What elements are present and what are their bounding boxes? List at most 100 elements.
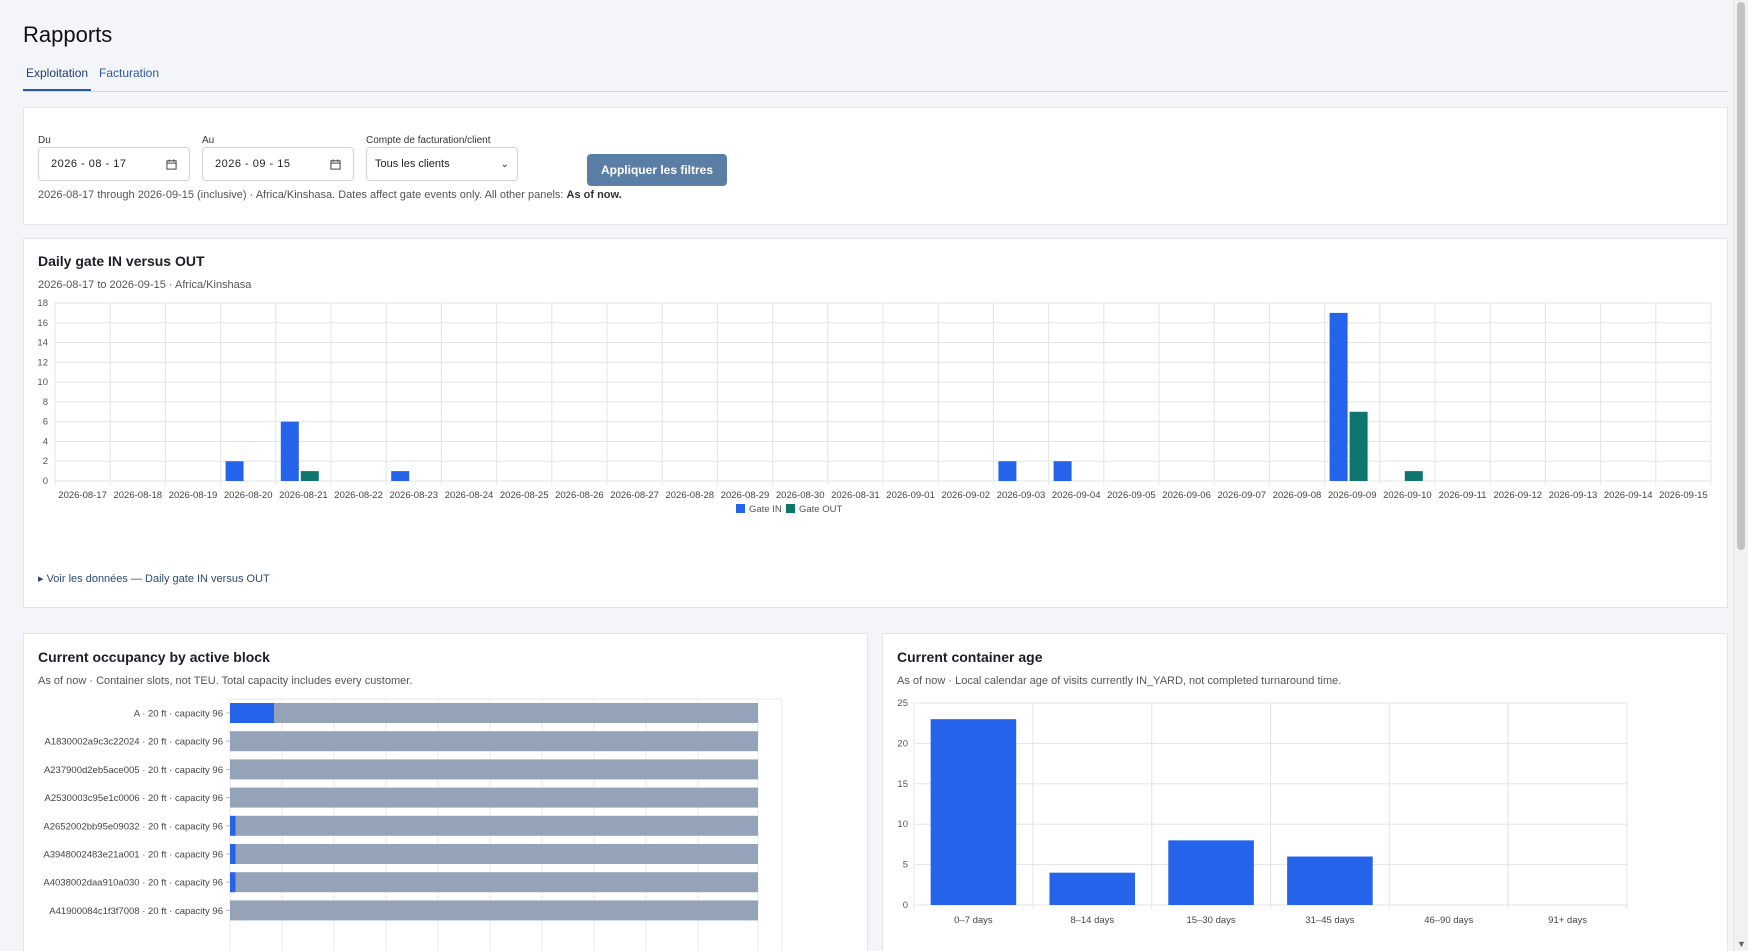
- y-tick-label: A2652002bb95e09032 · 20 ft · capacity 96: [43, 821, 223, 832]
- bar-capacity: [230, 900, 758, 921]
- bar-age: [1049, 872, 1136, 905]
- y-tick-label: A3948002483e21a001 · 20 ft · capacity 96: [43, 850, 223, 861]
- y-tick-label: 16: [37, 318, 48, 329]
- legend-swatch: [786, 504, 795, 513]
- y-tick-label: 2: [43, 456, 48, 467]
- from-label: Du: [38, 135, 51, 146]
- y-tick-label: 4: [43, 436, 48, 447]
- daily-gate-chart: 0 2 4 6 8 10 12 14 16 18 2026-08-17 2026-08-18 2026-…: [37, 298, 1712, 515]
- filter-note-text: 2026-08-17 through 2026-09-15 (inclusive…: [38, 189, 567, 201]
- container-age-card: Current container age As of now · Local …: [882, 633, 1728, 951]
- container-age-chart: 0 5 10 15 20 25 0–7 days 8–14 days 15–30 days 31–…: [897, 698, 1628, 926]
- x-tick-label: 0–7 days: [954, 915, 993, 926]
- y-tick-label: A237900d2eb5ace005 · 20 ft · capacity 96: [44, 765, 223, 776]
- to-date-input[interactable]: 2026 - 09 - 15: [202, 147, 354, 181]
- x-tick-label: 2026-09-10: [1383, 490, 1432, 501]
- x-tick-label: 2026-09-09: [1328, 490, 1377, 501]
- x-tick-label: 2026-09-05: [1107, 490, 1156, 501]
- bar-age: [1168, 840, 1254, 905]
- bar-occupied: [230, 703, 274, 723]
- bar-occupied: [230, 844, 236, 864]
- y-tick-label: 15: [897, 779, 908, 790]
- to-date-value: 2026 - 09 - 15: [215, 158, 291, 170]
- y-tick-label: 0: [903, 900, 908, 911]
- x-tick-label: 2026-08-25: [500, 490, 549, 501]
- from-date-value: 2026 - 08 - 17: [51, 158, 127, 170]
- x-tick-label: 2026-09-12: [1493, 490, 1542, 501]
- bar-gate-in: [391, 471, 410, 481]
- legend-label: Gate IN: [749, 504, 782, 515]
- calendar-icon[interactable]: [330, 158, 341, 170]
- filter-panel: Du 2026 - 08 - 17 Au 2026 - 09 - 15 Comp…: [23, 107, 1728, 225]
- from-date-input[interactable]: 2026 - 08 - 17: [38, 147, 190, 181]
- x-tick-label: 2026-09-01: [886, 490, 935, 501]
- y-tick-label: A · 20 ft · capacity 96: [134, 709, 223, 720]
- bar-gate-in: [998, 461, 1017, 481]
- daily-chart-subtitle: 2026-08-17 to 2026-09-15 · Africa/Kinsha…: [38, 279, 252, 291]
- y-tick-label: 18: [37, 298, 48, 309]
- x-tick-label: 2026-08-17: [58, 490, 107, 501]
- page-scrollbar[interactable]: ▼: [1733, 0, 1748, 951]
- x-tick-label: 2026-09-08: [1273, 490, 1322, 501]
- y-tick-label: 14: [37, 338, 48, 349]
- y-tick-label: 12: [37, 357, 48, 368]
- bar-age: [1287, 856, 1373, 905]
- y-tick-label: 10: [897, 819, 908, 830]
- bar-capacity: [274, 703, 758, 723]
- y-tick-label: 5: [903, 860, 908, 871]
- bar-gate-in: [1053, 461, 1072, 481]
- bar-age: [930, 719, 1017, 905]
- x-tick-label: 31–45 days: [1305, 915, 1354, 926]
- daily-chart-title: Daily gate IN versus OUT: [38, 253, 205, 269]
- page: Rapports Exploitation Facturation Du 202…: [0, 0, 1733, 951]
- x-tick-label: 2026-09-04: [1052, 490, 1101, 501]
- x-tick-label: 2026-08-26: [555, 490, 604, 501]
- occupancy-chart: A · 20 ft · capacity 96 A1830002a9c3c2202…: [43, 698, 783, 951]
- age-chart-subtitle: As of now · Local calendar age of visits…: [897, 675, 1342, 687]
- x-tick-label: 2026-09-07: [1217, 490, 1266, 501]
- to-label: Au: [202, 135, 215, 146]
- view-data-toggle[interactable]: ▸ Voir les données — Daily gate IN versu…: [38, 572, 270, 585]
- bar-gate-in: [225, 461, 244, 481]
- daily-gate-card: Daily gate IN versus OUT 2026-08-17 to 2…: [23, 238, 1728, 608]
- chevron-down-icon: ⌄: [500, 158, 509, 170]
- x-tick-label: 2026-09-15: [1659, 490, 1708, 501]
- x-tick-label: 2026-08-21: [279, 490, 328, 501]
- x-tick-label: 2026-09-13: [1549, 490, 1598, 501]
- page-title: Rapports: [23, 22, 113, 47]
- tab-exploitation[interactable]: Exploitation: [23, 66, 92, 91]
- bar-gate-out: [1404, 471, 1423, 481]
- filter-note: 2026-08-17 through 2026-09-15 (inclusive…: [38, 189, 622, 201]
- apply-filters-button[interactable]: Appliquer les filtres: [587, 154, 727, 186]
- x-tick-label: 8–14 days: [1070, 915, 1114, 926]
- x-tick-label: 46–90 days: [1424, 915, 1473, 926]
- scrollbar-thumb[interactable]: [1737, 2, 1745, 550]
- bar-capacity: [235, 815, 758, 836]
- account-select[interactable]: Tous les clients ⌄: [366, 147, 518, 181]
- x-tick-label: 2026-08-18: [113, 490, 162, 501]
- x-tick-label: 2026-09-03: [997, 490, 1046, 501]
- bar-capacity: [235, 844, 758, 864]
- x-tick-label: 2026-08-19: [169, 490, 218, 501]
- x-tick-label: 2026-08-29: [721, 490, 770, 501]
- x-tick-label: 2026-08-30: [776, 490, 825, 501]
- occupancy-chart-title: Current occupancy by active block: [38, 649, 270, 665]
- legend-swatch: [736, 504, 745, 513]
- legend-label: Gate OUT: [799, 504, 842, 515]
- bar-gate-out: [1349, 411, 1368, 481]
- bar-occupied: [230, 872, 236, 893]
- x-tick-label: 2026-08-27: [610, 490, 659, 501]
- bar-gate-in: [1329, 312, 1348, 481]
- y-tick-label: 8: [43, 397, 48, 408]
- y-tick-label: A41900084c1f3f7008 · 20 ft · capacity 96: [49, 906, 223, 917]
- x-tick-label: 15–30 days: [1187, 915, 1236, 926]
- tab-facturation[interactable]: Facturation: [96, 66, 162, 89]
- bar-capacity: [230, 787, 758, 808]
- y-tick-label: 0: [43, 476, 48, 487]
- x-tick-label: 2026-08-23: [389, 490, 438, 501]
- occupancy-card: Current occupancy by active block As of …: [23, 633, 868, 951]
- y-tick-label: A4038002daa910a030 · 20 ft · capacity 96: [43, 878, 223, 889]
- x-tick-label: 2026-09-02: [941, 490, 990, 501]
- calendar-icon[interactable]: [166, 158, 177, 170]
- scroll-down-arrow-icon[interactable]: ▼: [1737, 939, 1746, 949]
